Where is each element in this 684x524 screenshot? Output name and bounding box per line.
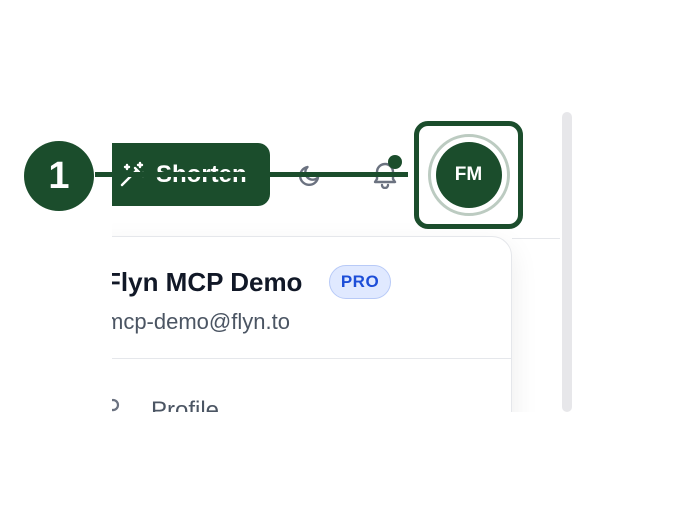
theme-toggle[interactable] [295, 162, 325, 192]
header-divider [512, 238, 560, 239]
scrollbar[interactable] [562, 112, 572, 412]
annotation-highlight: FM [414, 121, 523, 229]
moon-icon [297, 162, 323, 193]
annotation-connector [95, 172, 408, 177]
plan-badge: PRO [329, 265, 391, 299]
notification-dot [388, 155, 402, 169]
avatar-button[interactable]: FM [427, 134, 510, 216]
menu-item-profile[interactable]: Profile [112, 387, 511, 412]
user-menu: Flyn MCP Demo PRO mcp-demo@flyn.to Profi… [112, 236, 512, 412]
menu-divider [112, 358, 511, 359]
user-email: mcp-demo@flyn.to [112, 309, 290, 334]
user-name: Flyn MCP Demo [112, 267, 303, 297]
annotation-step-badge: 1 [24, 141, 94, 211]
user-icon [112, 397, 125, 412]
menu-item-label: Profile [151, 397, 220, 412]
avatar: FM [435, 142, 502, 208]
